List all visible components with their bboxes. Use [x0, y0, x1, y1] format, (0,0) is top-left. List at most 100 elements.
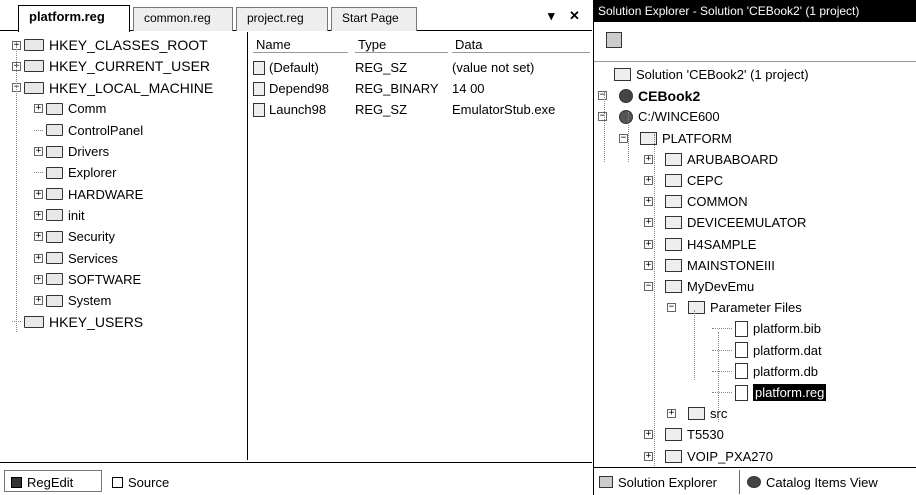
- tab-project-reg[interactable]: project.reg: [236, 7, 328, 31]
- properties-icon[interactable]: [606, 32, 622, 48]
- registry-tree-item[interactable]: + HKEY_CURRENT_USER: [12, 56, 210, 76]
- tab-source[interactable]: Source: [106, 470, 186, 492]
- file-icon: [735, 320, 748, 337]
- tree-item-label: MyDevEmu: [687, 279, 755, 294]
- registry-tree-item[interactable]: Explorer: [34, 163, 116, 183]
- cell-text: 14 00: [452, 81, 485, 96]
- expand-toggle-icon[interactable]: +: [644, 260, 653, 270]
- solution-tree-item[interactable]: − Parameter Files: [667, 297, 802, 318]
- registry-key-label: HARDWARE: [68, 186, 144, 202]
- expand-toggle-icon[interactable]: +: [644, 218, 653, 228]
- tab-platform-reg[interactable]: platform.reg: [18, 5, 130, 32]
- registry-tree-item[interactable]: + Security: [34, 227, 115, 247]
- column-header-type[interactable]: Type: [355, 37, 448, 53]
- solution-tree-item[interactable]: + VOIP_PXA270: [644, 446, 773, 467]
- expand-toggle-icon[interactable]: +: [644, 197, 653, 207]
- folder-icon: [46, 230, 63, 243]
- solution-tree-item[interactable]: + COMMON: [644, 191, 748, 212]
- solution-tree-item[interactable]: + T5530: [644, 424, 724, 445]
- registry-key-label: HKEY_LOCAL_MACHINE: [49, 79, 214, 96]
- registry-tree-item[interactable]: − HKEY_LOCAL_MACHINE: [12, 78, 213, 98]
- expand-toggle-icon[interactable]: +: [667, 409, 676, 419]
- expand-toggle-icon[interactable]: +: [34, 274, 43, 284]
- expand-toggle-icon[interactable]: +: [644, 451, 653, 461]
- tab-common-reg[interactable]: common.reg: [133, 7, 233, 31]
- registry-tree-item[interactable]: + Drivers: [34, 142, 109, 162]
- solution-tree-item[interactable]: platform.bib: [712, 318, 821, 339]
- expand-toggle-icon[interactable]: +: [644, 239, 653, 249]
- solution-tree-item[interactable]: + ARUBABOARD: [644, 149, 778, 170]
- expand-toggle-icon[interactable]: +: [644, 176, 653, 185]
- solution-tree-item[interactable]: + MAINSTONEIII: [644, 255, 775, 276]
- folder-icon: [46, 209, 63, 222]
- cell-text: REG_SZ: [355, 102, 408, 117]
- solution-tree-item[interactable]: + CEPC: [644, 170, 723, 191]
- tab-solution-explorer[interactable]: Solution Explorer: [594, 470, 740, 494]
- expand-toggle-icon[interactable]: +: [644, 430, 653, 440]
- registry-tree-item[interactable]: ControlPanel: [34, 120, 143, 140]
- tab-dropdown-icon[interactable]: ▾: [548, 8, 555, 24]
- expand-toggle-icon[interactable]: +: [34, 210, 43, 220]
- expand-toggle-icon[interactable]: +: [34, 189, 43, 199]
- registry-tree-item[interactable]: + init: [34, 205, 85, 225]
- expand-toggle-icon[interactable]: −: [667, 303, 676, 313]
- registry-tree-item[interactable]: + SOFTWARE: [34, 269, 141, 289]
- value-name-cell[interactable]: Depend98: [253, 81, 329, 96]
- tree-connector: [712, 366, 732, 372]
- expand-toggle-icon[interactable]: +: [34, 296, 43, 306]
- tab-start-page[interactable]: Start Page: [331, 7, 417, 31]
- folder-icon: [46, 145, 63, 158]
- tab-label: RegEdit: [27, 475, 74, 490]
- solution-tree-item[interactable]: − CEBook2: [598, 85, 700, 106]
- registry-tree-item[interactable]: + HKEY_CLASSES_ROOT: [12, 35, 208, 55]
- registry-key-label: HKEY_CURRENT_USER: [49, 58, 211, 75]
- tree-connector: [34, 168, 43, 174]
- cell-text: REG_SZ: [355, 60, 408, 75]
- registry-tree-item[interactable]: + HARDWARE: [34, 184, 143, 204]
- tab-catalog-items-view[interactable]: Catalog Items View: [742, 470, 912, 494]
- document-tab-bar: platform.reg common.reg project.reg Star…: [0, 0, 592, 32]
- folder-icon: [665, 237, 682, 251]
- expand-toggle-icon[interactable]: −: [598, 112, 607, 122]
- tree-guide-line: [604, 92, 605, 162]
- tree-item-label: VOIP_PXA270: [687, 448, 773, 464]
- solution-tree-item[interactable]: Solution 'CEBook2' (1 project): [614, 64, 809, 85]
- folder-icon: [24, 39, 44, 51]
- close-icon[interactable]: ✕: [569, 8, 580, 24]
- solution-tree-item[interactable]: + H4SAMPLE: [644, 234, 756, 255]
- source-icon: [112, 477, 123, 488]
- expand-toggle-icon[interactable]: +: [34, 232, 43, 242]
- registry-tree-item[interactable]: + Services: [34, 248, 118, 268]
- expand-toggle-icon[interactable]: +: [34, 253, 43, 263]
- column-header-data[interactable]: Data: [452, 37, 590, 53]
- registry-tree-item[interactable]: HKEY_USERS: [12, 312, 143, 332]
- expand-toggle-icon[interactable]: −: [644, 282, 653, 291]
- registry-value-icon: [253, 60, 265, 75]
- registry-tree-item[interactable]: + System: [34, 291, 111, 311]
- column-header-name[interactable]: Name: [253, 37, 348, 53]
- value-name-cell[interactable]: Launch98: [253, 102, 326, 117]
- solution-tree-item[interactable]: platform.db: [712, 361, 818, 382]
- tab-regedit[interactable]: RegEdit: [4, 470, 102, 492]
- expand-toggle-icon[interactable]: −: [598, 91, 607, 101]
- expand-toggle-icon[interactable]: +: [34, 147, 43, 156]
- registry-key-label: Explorer: [68, 165, 117, 181]
- tree-item-label: Solution 'CEBook2' (1 project): [636, 67, 809, 82]
- folder-icon: [665, 174, 682, 187]
- solution-tree-item[interactable]: − PLATFORM: [619, 128, 732, 149]
- solution-tree-item[interactable]: platform.dat: [712, 340, 822, 361]
- registry-tree-item[interactable]: + Comm: [34, 99, 106, 119]
- registry-editor-pane: platform.reg common.reg project.reg Star…: [0, 0, 592, 495]
- expand-toggle-icon[interactable]: +: [34, 104, 43, 114]
- expand-toggle-icon[interactable]: +: [644, 154, 653, 164]
- solution-tree-item[interactable]: platform.reg: [712, 382, 827, 403]
- expand-toggle-icon[interactable]: −: [619, 133, 628, 143]
- solution-tree-item[interactable]: − C:/WINCE600: [598, 106, 720, 127]
- catalog-icon: [747, 476, 761, 488]
- value-name-cell[interactable]: (Default): [253, 60, 319, 75]
- solution-tree-item[interactable]: + DEVICEEMULATOR: [644, 212, 806, 233]
- solution-tree-item[interactable]: − MyDevEmu: [644, 276, 754, 297]
- folder-icon: [24, 315, 44, 328]
- editor-view-tabs: RegEdit Source: [0, 462, 592, 495]
- folder-icon: [665, 280, 682, 293]
